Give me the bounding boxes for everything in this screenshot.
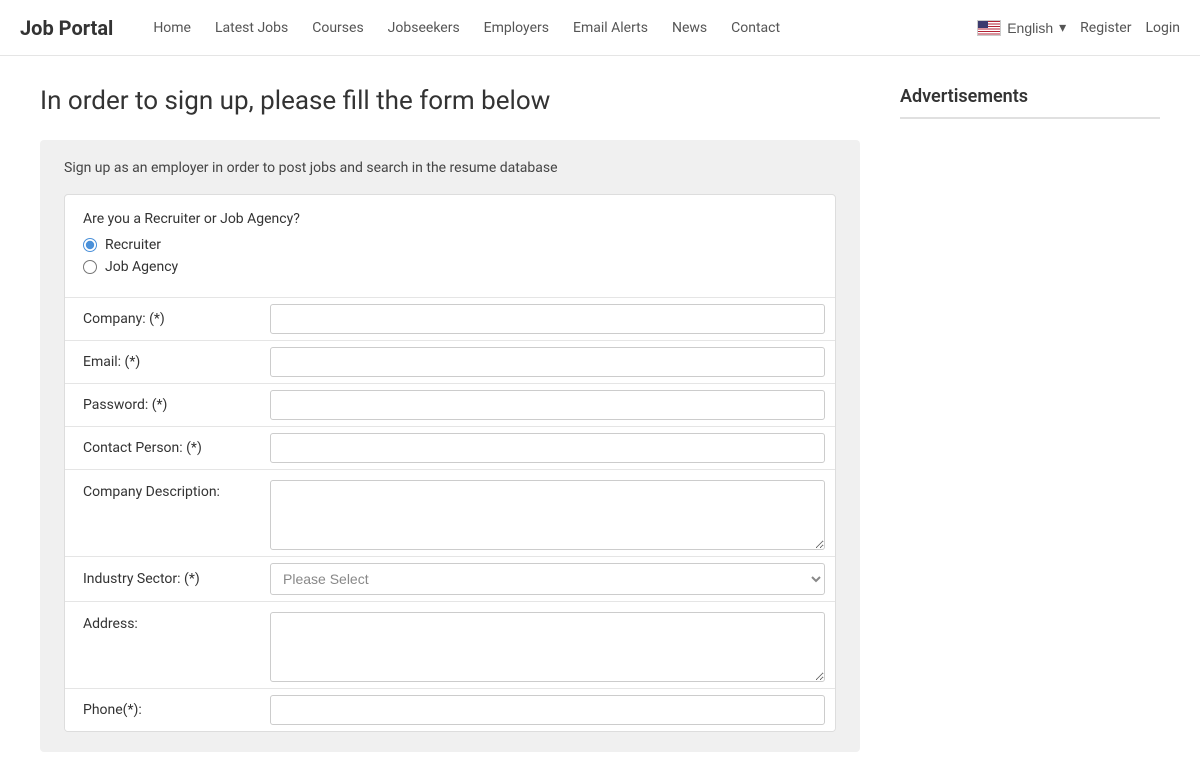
email-row: Email: (*) <box>65 341 835 384</box>
main-content: In order to sign up, please fill the for… <box>20 56 1180 782</box>
company-label: Company: (*) <box>65 298 260 340</box>
phone-label: Phone(*): <box>65 689 260 731</box>
phone-row: Phone(*): <box>65 689 835 731</box>
nav-latest-jobs[interactable]: Latest Jobs <box>205 14 298 42</box>
company-row: Company: (*) <box>65 298 835 341</box>
page-title: In order to sign up, please fill the for… <box>40 86 860 116</box>
form-subtitle: Sign up as an employer in order to post … <box>64 160 836 176</box>
radio-recruiter-input[interactable] <box>83 238 97 252</box>
content-left: In order to sign up, please fill the for… <box>40 86 860 752</box>
company-input[interactable] <box>270 304 825 334</box>
company-description-textarea[interactable] <box>270 480 825 550</box>
brand-logo[interactable]: Job Portal <box>20 16 113 40</box>
radio-question: Are you a Recruiter or Job Agency? <box>83 211 817 227</box>
flag-icon <box>977 20 1001 36</box>
contact-person-row: Contact Person: (*) <box>65 427 835 470</box>
phone-input-wrap <box>260 689 835 731</box>
password-input-wrap <box>260 384 835 426</box>
nav-links: Home Latest Jobs Courses Jobseekers Empl… <box>143 14 977 42</box>
industry-sector-input-wrap: Please Select <box>260 557 835 601</box>
address-textarea[interactable] <box>270 612 825 682</box>
contact-person-input[interactable] <box>270 433 825 463</box>
nav-email-alerts[interactable]: Email Alerts <box>563 14 658 42</box>
radio-recruiter[interactable]: Recruiter <box>83 237 817 253</box>
company-description-label: Company Description: <box>65 470 260 556</box>
password-label: Password: (*) <box>65 384 260 426</box>
form-inner: Are you a Recruiter or Job Agency? Recru… <box>64 194 836 732</box>
register-link[interactable]: Register <box>1080 20 1131 36</box>
language-label: English <box>1007 20 1053 36</box>
sidebar: Advertisements <box>900 86 1160 752</box>
company-description-row: Company Description: <box>65 470 835 557</box>
form-card: Sign up as an employer in order to post … <box>40 140 860 752</box>
industry-sector-row: Industry Sector: (*) Please Select <box>65 557 835 602</box>
nav-courses[interactable]: Courses <box>302 14 373 42</box>
radio-job-agency-label: Job Agency <box>105 259 178 275</box>
radio-recruiter-label: Recruiter <box>105 237 161 253</box>
radio-job-agency-input[interactable] <box>83 260 97 274</box>
company-input-wrap <box>260 298 835 340</box>
address-input-wrap <box>260 602 835 688</box>
address-row: Address: <box>65 602 835 689</box>
ads-title: Advertisements <box>900 86 1160 119</box>
contact-person-label: Contact Person: (*) <box>65 427 260 469</box>
login-link[interactable]: Login <box>1145 20 1180 36</box>
navbar: Job Portal Home Latest Jobs Courses Jobs… <box>0 0 1200 56</box>
radio-job-agency[interactable]: Job Agency <box>83 259 817 275</box>
nav-home[interactable]: Home <box>143 14 201 42</box>
industry-sector-select[interactable]: Please Select <box>270 563 825 595</box>
radio-section: Are you a Recruiter or Job Agency? Recru… <box>65 195 835 298</box>
password-row: Password: (*) <box>65 384 835 427</box>
chevron-down-icon: ▾ <box>1059 19 1066 36</box>
password-input[interactable] <box>270 390 825 420</box>
email-label: Email: (*) <box>65 341 260 383</box>
nav-news[interactable]: News <box>662 14 717 42</box>
nav-employers[interactable]: Employers <box>474 14 559 42</box>
contact-person-input-wrap <box>260 427 835 469</box>
company-description-input-wrap <box>260 470 835 556</box>
address-label: Address: <box>65 602 260 688</box>
industry-sector-label: Industry Sector: (*) <box>65 557 260 601</box>
phone-input[interactable] <box>270 695 825 725</box>
nav-jobseekers[interactable]: Jobseekers <box>378 14 470 42</box>
navbar-right: English ▾ Register Login <box>977 19 1180 36</box>
email-input-wrap <box>260 341 835 383</box>
nav-contact[interactable]: Contact <box>721 14 790 42</box>
language-selector[interactable]: English ▾ <box>977 19 1066 36</box>
email-input[interactable] <box>270 347 825 377</box>
